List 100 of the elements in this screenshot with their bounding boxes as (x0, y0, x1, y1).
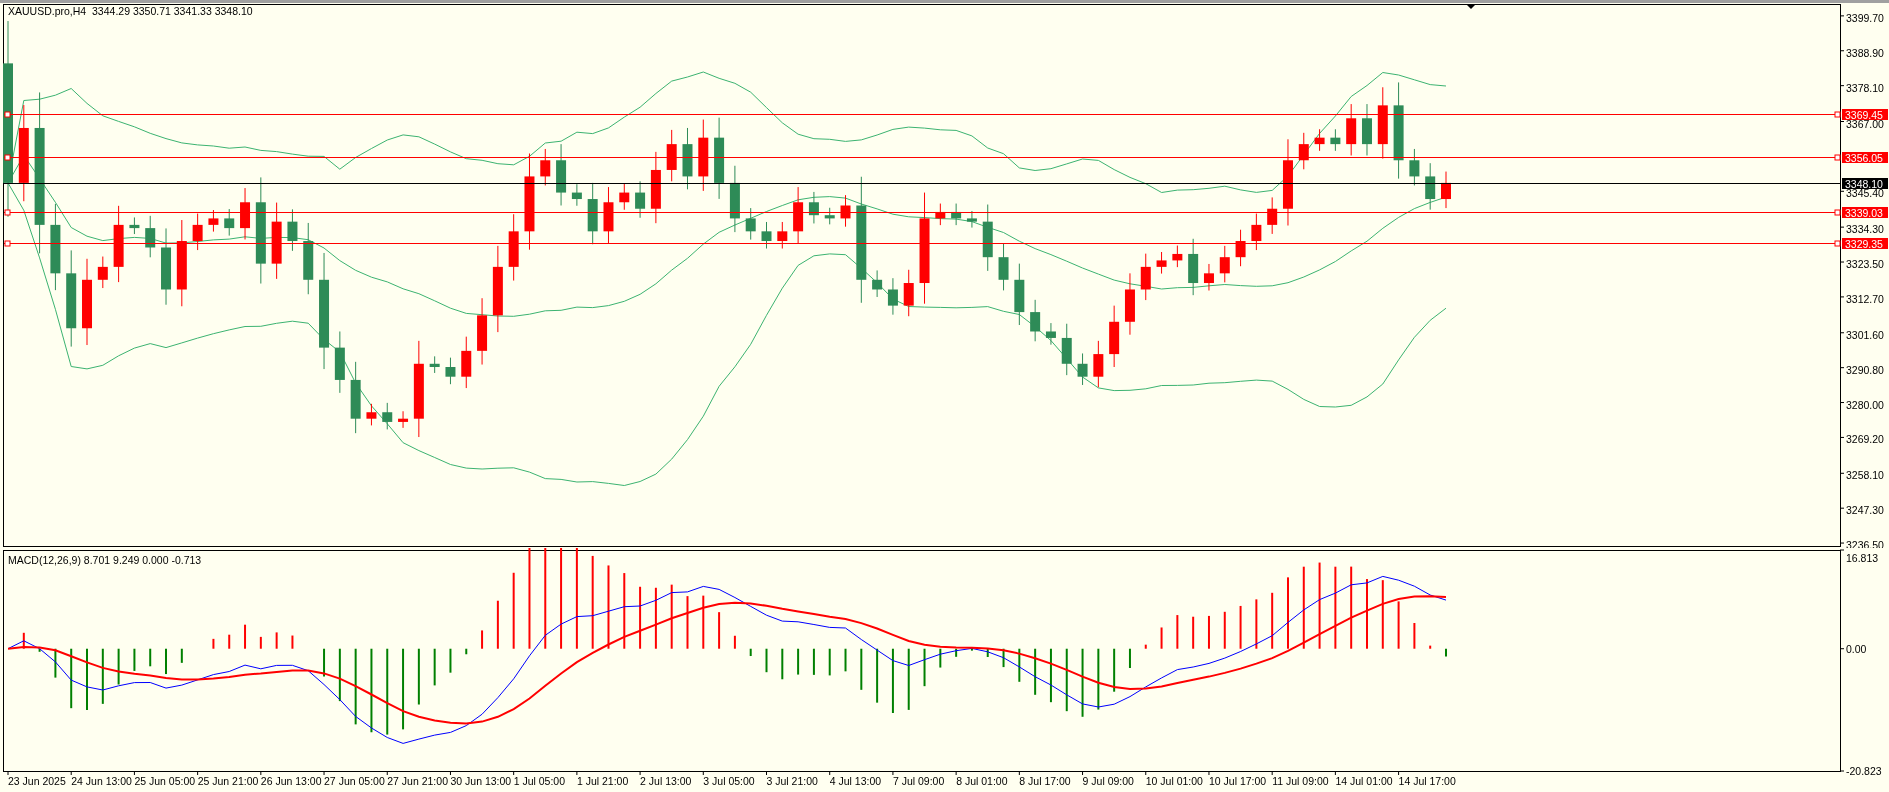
price-axis-label: 3280.00 (1846, 398, 1884, 411)
candlestick (1077, 352, 1088, 386)
candlestick (540, 148, 551, 186)
candlestick (1061, 323, 1072, 376)
candlestick (1156, 251, 1167, 275)
candlestick (287, 208, 298, 252)
price-axis-label: 3301.60 (1846, 328, 1884, 341)
candlestick (1203, 263, 1214, 291)
indicator-axis-label: 0.00 (1846, 642, 1867, 655)
candlestick (1251, 213, 1262, 251)
time-axis-label: 25 Jun 05:00 (134, 775, 196, 787)
candlestick (382, 402, 393, 430)
time-axis-label: 3 Jul 05:00 (703, 775, 755, 787)
time-axis-label: 9 Jul 09:00 (1082, 775, 1134, 787)
candlestick (445, 357, 456, 385)
time-axis-label: 27 Jun 05:00 (324, 775, 385, 787)
candlestick (1267, 196, 1278, 235)
price-axis-label: 3378.10 (1846, 81, 1884, 94)
price-tag: 3369.45 (1842, 108, 1888, 121)
candlestick (192, 213, 203, 251)
candlestick (224, 208, 235, 237)
candlestick (966, 210, 977, 229)
candlestick (666, 129, 677, 182)
candlestick (1425, 162, 1436, 211)
candlestick (729, 165, 740, 233)
time-axis-label: 30 Jun 13:00 (450, 775, 512, 787)
candlestick (1124, 272, 1135, 336)
time-axis-label: 3 Jul 21:00 (766, 775, 818, 787)
candlestick (145, 215, 156, 258)
candlestick (1219, 245, 1230, 283)
candlestick (240, 187, 251, 240)
time-axis-label: 24 Jun 13:00 (71, 775, 132, 787)
candlestick (1346, 103, 1357, 156)
candlestick (808, 191, 819, 224)
price-axis-label: 3334.30 (1846, 223, 1884, 236)
candlestick (793, 186, 804, 244)
candlestick (429, 355, 440, 374)
candlestick (1298, 132, 1309, 170)
candlestick (1045, 322, 1056, 346)
candlestick (998, 243, 1009, 291)
time-axis-label: 23 Jun 2025 (8, 775, 66, 787)
time-axis-label: 8 Jul 01:00 (956, 775, 1008, 787)
price-axis-label: 3345.40 (1846, 187, 1884, 200)
candlestick (824, 207, 835, 225)
candlestick (951, 203, 962, 226)
indicator-title: MACD(12,26,9) 8.701 9.249 0.000 -0.713 (8, 554, 202, 566)
candlestick (1109, 305, 1120, 368)
candlestick (1441, 171, 1451, 209)
candlestick (619, 182, 630, 211)
candlestick (398, 410, 409, 429)
time-axis-label: 1 Jul 21:00 (576, 775, 629, 787)
candlestick (1362, 103, 1372, 156)
candlestick (1409, 148, 1420, 186)
candlestick (571, 183, 582, 207)
candlestick (1235, 229, 1246, 267)
time-axis-label: 1 Jul 05:00 (513, 775, 566, 787)
candlestick (477, 297, 488, 366)
time-axis-label: 14 Jul 17:00 (1398, 775, 1456, 787)
candlestick (461, 336, 472, 389)
price-axis-label: 3388.90 (1846, 46, 1884, 59)
time-axis-label: 14 Jul 01:00 (1335, 775, 1393, 787)
candlestick (1093, 340, 1104, 388)
candlestick (1188, 238, 1199, 296)
time-axis-label: 27 Jun 21:00 (387, 775, 448, 787)
time-axis-label: 7 Jul 09:00 (892, 775, 945, 787)
candlestick (508, 213, 519, 282)
candlestick (1314, 128, 1325, 152)
price-axis-label: 3290.80 (1846, 363, 1884, 376)
candlestick (887, 277, 898, 316)
candlestick (935, 203, 946, 226)
candlestick (334, 331, 345, 394)
time-axis-label: 4 Jul 13:00 (829, 775, 882, 787)
time-axis-label: 8 Jul 17:00 (1019, 775, 1071, 787)
candlestick (1172, 245, 1183, 268)
candlestick (1330, 128, 1341, 152)
candlestick (366, 403, 377, 426)
price-tag: 3348.10 (1842, 177, 1888, 190)
time-axis-label: 2 Jul 13:00 (640, 775, 692, 787)
candlestick (1014, 263, 1025, 326)
time-axis-label: 25 Jun 21:00 (197, 775, 259, 787)
price-axis-label: 3399.70 (1846, 11, 1884, 24)
price-axis-label: 3312.70 (1846, 292, 1884, 305)
candlestick (745, 207, 756, 241)
candlestick (761, 221, 772, 249)
candlestick (982, 204, 993, 272)
price-axis-label: 3247.30 (1846, 504, 1884, 517)
candlestick (872, 269, 883, 298)
candlestick (97, 256, 108, 289)
candlestick (840, 194, 851, 228)
candlestick (682, 127, 693, 190)
price-tag: 3329.35 (1842, 237, 1888, 250)
candlestick (129, 216, 140, 235)
triangle-icon (1466, 4, 1476, 9)
price-axis-label: 3323.50 (1846, 258, 1884, 271)
candlestick (556, 143, 567, 206)
price-axis-label: 3269.20 (1846, 433, 1884, 446)
candlestick (635, 180, 646, 219)
candlestick (1030, 299, 1041, 342)
candlestick (587, 182, 598, 245)
candlestick (903, 269, 914, 317)
